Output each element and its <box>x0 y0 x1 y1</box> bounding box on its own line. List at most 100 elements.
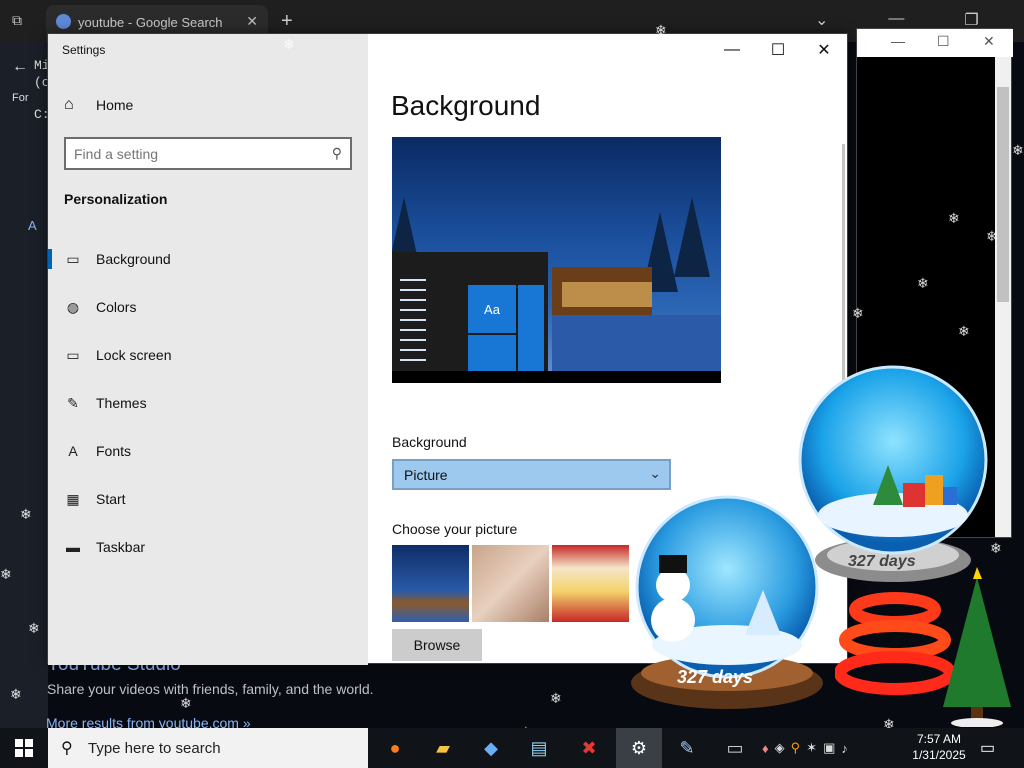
back-arrow-icon[interactable]: ← <box>12 58 28 76</box>
sidebar-item-taskbar[interactable]: ▬ Taskbar <box>48 527 368 567</box>
maximize-icon[interactable]: ☐ <box>937 33 950 50</box>
clock-time: 7:57 AM <box>916 732 962 746</box>
system-tray: ♦ ◈ ⚲ ✶ ▣ ♪ <box>762 728 848 768</box>
clock-date: 1/31/2025 <box>912 748 966 762</box>
picture-thumbnail[interactable] <box>392 545 469 622</box>
minimize-icon[interactable]: — <box>709 34 755 66</box>
snowflake-icon: ❄ <box>958 323 970 339</box>
firefox-icon[interactable]: ● <box>372 728 418 768</box>
search-result-description: Share your videos with friends, family, … <box>47 681 374 697</box>
new-tab-button[interactable]: + <box>281 10 293 33</box>
tab-search-icon[interactable]: ⌄ <box>815 10 828 30</box>
snowflake-icon: ❄ <box>0 566 12 582</box>
notepad-icon[interactable]: ▤ <box>516 728 562 768</box>
snowflake-icon: ❄ <box>790 84 802 100</box>
sidebar-item-start[interactable]: ▦ Start <box>48 479 368 519</box>
picture-thumbnail[interactable] <box>552 545 629 622</box>
palette-icon: ◍ <box>66 298 80 315</box>
sidebar-item-label: Taskbar <box>96 539 146 555</box>
browse-button[interactable]: Browse <box>392 629 482 661</box>
snowflake-icon: ❄ <box>372 62 384 78</box>
tray-app-icon[interactable]: ♦ <box>762 741 769 756</box>
browser-content-edge: ← Mi (c C: For A <box>0 42 50 762</box>
app-icon[interactable]: ◆ <box>468 728 514 768</box>
settings-icon[interactable]: ⚙ <box>616 728 662 768</box>
sidebar-item-label: Lock screen <box>96 347 172 363</box>
days-counter: 327 days <box>848 553 916 570</box>
sidebar-item-label: Themes <box>96 395 147 411</box>
start-button[interactable] <box>0 728 48 768</box>
windows-logo-icon <box>15 739 33 757</box>
scroll-thumb[interactable] <box>997 87 1009 302</box>
taskbar-search-box[interactable]: ⚲ Type here to search <box>48 728 368 768</box>
window-controls: — ☐ ✕ <box>709 34 847 66</box>
taskbar-clock[interactable]: 7:57 AM 1/31/2025 <box>910 731 968 763</box>
settings-search-box[interactable]: ⚲ <box>64 137 352 170</box>
preview-tile <box>468 335 516 371</box>
sidebar-item-label: Start <box>96 491 126 507</box>
taskbar: ⚲ Type here to search ● ▰ ◆ ▤ ✖ ⚙ ✎ ▭ ♦ … <box>0 728 1024 768</box>
file-explorer-icon[interactable]: ▰ <box>420 728 466 768</box>
fonts-icon: A <box>68 443 78 459</box>
snowflake-icon: ❄ <box>986 228 998 244</box>
sidebar-item-background[interactable]: ▭ Background <box>48 239 368 279</box>
snowflake-icon: ❄ <box>655 22 667 38</box>
tray-search-icon[interactable]: ⚲ <box>791 740 801 756</box>
minimize-icon[interactable]: — <box>888 10 904 30</box>
terminal-icon[interactable]: ▭ <box>712 728 758 768</box>
close-icon[interactable]: ✕ <box>801 34 847 66</box>
background-preview: Aa <box>392 137 721 383</box>
sidebar-item-colors[interactable]: ◍ Colors <box>48 287 368 327</box>
tab-close-icon[interactable]: ✕ <box>246 13 258 30</box>
snowflake-icon: ❄ <box>917 275 929 291</box>
restore-icon[interactable]: ❐ <box>964 10 978 30</box>
volume-icon[interactable]: ♪ <box>841 741 848 756</box>
notification-icon[interactable]: ▭ <box>980 738 995 758</box>
tab-list-icon[interactable]: ⧉ <box>12 12 22 29</box>
snowflake-icon: ❄ <box>28 620 40 636</box>
home-nav-item[interactable]: ⌂ Home <box>64 96 133 114</box>
choose-picture-label: Choose your picture <box>392 521 518 537</box>
sidebar-item-lock-screen[interactable]: ▭ Lock screen <box>48 335 368 375</box>
tray-drop-icon[interactable]: ◈ <box>775 740 785 756</box>
search-icon[interactable]: ⚲ <box>332 145 342 162</box>
start-icon: ▦ <box>66 490 80 507</box>
close-icon[interactable]: ✕ <box>983 33 995 50</box>
taskbar-icon: ▬ <box>66 539 80 555</box>
search-icon: ⚲ <box>61 740 73 757</box>
lock-screen-icon: ▭ <box>66 346 80 363</box>
browser-window-controls: ⌄ — ❐ ✕ <box>815 10 1024 30</box>
tray-sun-icon[interactable]: ✶ <box>806 740 817 756</box>
stop-icon[interactable]: ✖ <box>566 728 612 768</box>
settings-search-input[interactable] <box>74 144 324 164</box>
snowman-globe-widget[interactable]: 327 days <box>625 495 830 713</box>
console-scrollbar[interactable] <box>995 57 1011 537</box>
minimize-icon[interactable]: — <box>891 33 905 49</box>
globe-icon <box>56 14 71 29</box>
chevron-down-icon: ⌄ <box>649 465 661 481</box>
snowflake-icon: ❄ <box>990 540 1002 556</box>
paint-icon[interactable]: ✎ <box>664 728 710 768</box>
snowflake-icon: ❄ <box>283 36 295 52</box>
background-dropdown[interactable]: Picture ⌄ <box>392 459 671 490</box>
themes-icon: ✎ <box>67 394 79 411</box>
days-counter: 327 days <box>677 667 754 687</box>
sidebar-item-label: Colors <box>96 299 137 315</box>
sidebar-item-fonts[interactable]: A Fonts <box>48 431 368 471</box>
window-title: Settings <box>62 43 106 57</box>
settings-sidebar: Settings ⌂ Home ⚲ Personalization ▭ Back… <box>48 34 368 665</box>
network-icon[interactable]: ▣ <box>823 740 835 756</box>
snowflake-icon: ❄ <box>811 150 823 166</box>
page-title: Background <box>391 90 541 121</box>
preview-cabin-lights <box>562 282 652 307</box>
home-icon: ⌂ <box>64 96 74 113</box>
sidebar-item-label: Fonts <box>96 443 132 459</box>
settings-scrollbar[interactable] <box>842 144 845 384</box>
snowflake-icon: ❄ <box>948 210 960 226</box>
maximize-icon[interactable]: ☐ <box>755 34 801 66</box>
sidebar-item-themes[interactable]: ✎ Themes <box>48 383 368 423</box>
snowflake-icon: ❄ <box>852 305 864 321</box>
picture-thumbnail[interactable] <box>472 545 549 622</box>
snowflake-icon: ❄ <box>1012 142 1024 158</box>
snowflake-icon: ❄ <box>534 58 546 74</box>
